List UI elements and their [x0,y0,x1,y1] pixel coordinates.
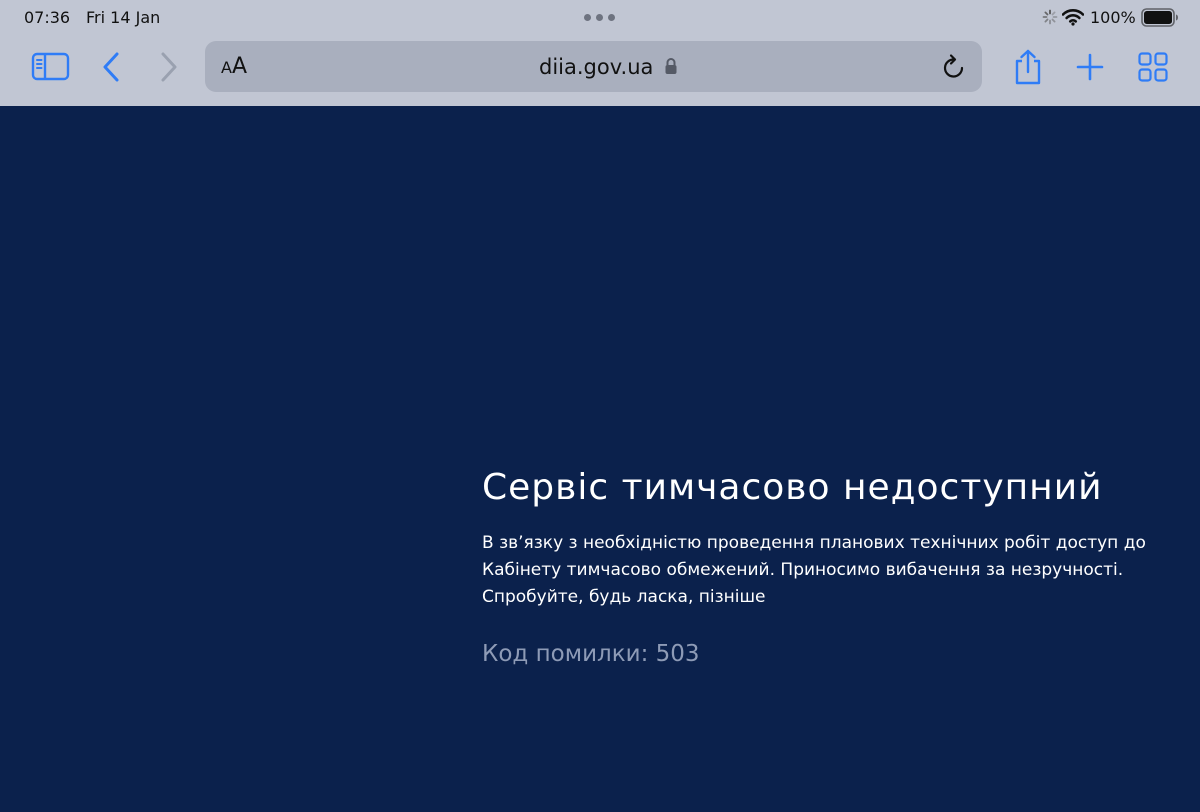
status-time: 07:36 [24,8,71,27]
status-bar: 07:36 Fri 14 Jan 100% [0,0,1200,34]
url-text[interactable]: diia.gov.ua [539,54,653,80]
forward-chevron-icon [161,52,177,82]
tabs-grid-icon [1138,52,1168,82]
multitasking-dots-icon[interactable] [584,14,616,22]
error-code: Код помилки: 503 [482,641,700,667]
back-button[interactable] [98,50,126,84]
web-page: Сервіс тимчасово недоступний В зв’язку з… [0,106,1200,812]
reader-big-a: A [231,54,248,79]
error-block: Сервіс тимчасово недоступний В зв’язку з… [482,466,1182,669]
sidebar-icon [31,52,70,81]
status-date: Fri 14 Jan [86,8,161,27]
sidebar-button[interactable] [30,50,72,84]
reader-small-a: A [221,58,232,77]
battery-icon [1141,8,1178,27]
back-chevron-icon [103,52,119,82]
new-tab-button[interactable] [1074,50,1106,84]
reader-text-size-button[interactable]: AA [221,54,247,80]
wifi-icon [1062,9,1084,26]
address-bar[interactable]: AA diia.gov.ua [205,41,982,92]
share-button[interactable] [1010,48,1046,86]
battery-percent: 100% [1090,8,1136,27]
safari-chrome: 07:36 Fri 14 Jan 100% AA diia.gov.ua [0,0,1200,106]
error-title: Сервіс тимчасово недоступний [482,467,1103,508]
tab-overview-button[interactable] [1136,50,1170,84]
reload-icon [943,54,964,78]
forward-button[interactable] [154,50,182,84]
lock-icon [665,58,677,74]
activity-spinner-icon [1042,9,1058,25]
error-message: В зв’язку з необхідністю проведення план… [482,533,1146,607]
plus-icon [1076,53,1104,81]
share-icon [1015,49,1041,85]
screen: 07:36 Fri 14 Jan 100% AA diia.gov.ua Сер… [0,0,1200,812]
reload-button[interactable] [941,53,967,81]
